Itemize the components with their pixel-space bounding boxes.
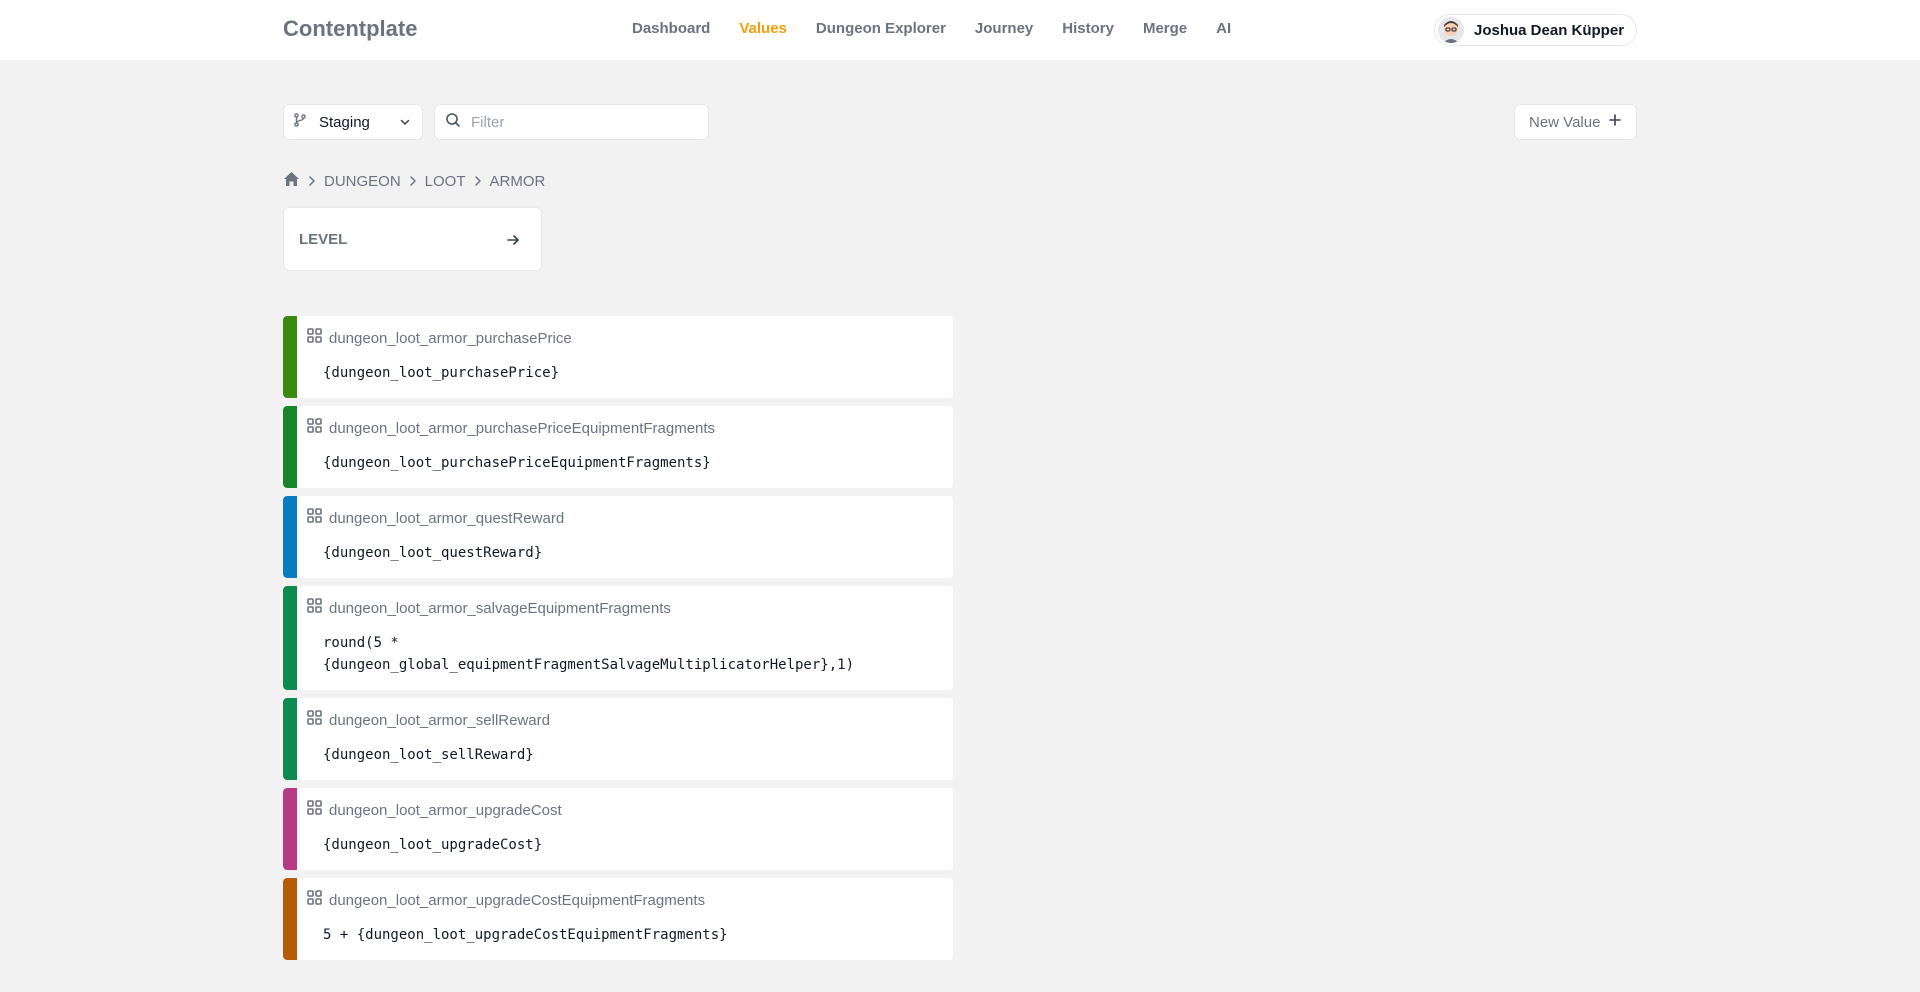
- arrow-right-icon: [505, 232, 521, 253]
- value-card[interactable]: dungeon_loot_armor_purchasePrice {dungeo…: [283, 316, 953, 398]
- value-card[interactable]: dungeon_loot_armor_questReward {dungeon_…: [283, 496, 953, 578]
- search-icon: [445, 112, 461, 133]
- git-branch-icon: [293, 112, 307, 132]
- value-name: dungeon_loot_armor_purchasePrice: [329, 329, 572, 347]
- value-card[interactable]: dungeon_loot_armor_sellReward {dungeon_l…: [283, 698, 953, 780]
- value-card[interactable]: dungeon_loot_armor_upgradeCost {dungeon_…: [283, 788, 953, 870]
- value-name: dungeon_loot_armor_questReward: [329, 509, 565, 527]
- plus-icon: [1608, 113, 1622, 131]
- level-card-title: LEVEL: [299, 230, 348, 248]
- grid-icon: [307, 800, 322, 820]
- branch-select-value: Staging: [319, 113, 370, 131]
- grid-icon: [307, 328, 322, 348]
- main-nav: Dashboard Values Dungeon Explorer Journe…: [632, 20, 1260, 37]
- value-expression: {dungeon_loot_purchasePrice}: [323, 365, 560, 381]
- value-color-strip: [283, 698, 297, 780]
- top-navigation-bar: Contentplate Dashboard Values Dungeon Ex…: [0, 0, 1920, 60]
- value-name: dungeon_loot_armor_salvageEquipmentFragm…: [329, 599, 671, 617]
- branch-select[interactable]: Staging: [283, 104, 423, 140]
- value-name: dungeon_loot_armor_upgradeCostEquipmentF…: [329, 891, 706, 909]
- level-folder-card[interactable]: LEVEL: [283, 207, 542, 271]
- chevron-right-icon: [473, 175, 483, 187]
- grid-icon: [307, 418, 322, 438]
- value-card[interactable]: dungeon_loot_armor_upgradeCostEquipmentF…: [283, 878, 953, 960]
- value-color-strip: [283, 406, 297, 488]
- grid-icon: [307, 598, 322, 618]
- chevron-down-icon: [398, 115, 412, 134]
- filter-field: [434, 104, 709, 140]
- value-color-strip: [283, 586, 297, 690]
- chevron-right-icon: [307, 175, 317, 187]
- value-color-strip: [283, 316, 297, 398]
- value-name: dungeon_loot_armor_upgradeCost: [329, 801, 562, 819]
- breadcrumb: DUNGEON LOOT ARMOR: [283, 171, 545, 191]
- nav-dungeon-explorer[interactable]: Dungeon Explorer: [816, 20, 946, 37]
- value-expression: {dungeon_loot_questReward}: [323, 545, 543, 561]
- value-expression: {dungeon_loot_sellReward}: [323, 747, 534, 763]
- value-expression: {dungeon_loot_purchasePriceEquipmentFrag…: [323, 455, 711, 471]
- value-color-strip: [283, 788, 297, 870]
- value-expression: 5 + {dungeon_loot_upgradeCostEquipmentFr…: [323, 927, 728, 943]
- value-card[interactable]: dungeon_loot_armor_salvageEquipmentFragm…: [283, 586, 953, 690]
- value-color-strip: [283, 878, 297, 960]
- filter-input[interactable]: [471, 113, 691, 131]
- nav-ai[interactable]: AI: [1216, 20, 1231, 37]
- grid-icon: [307, 890, 322, 910]
- new-value-button[interactable]: New Value: [1514, 104, 1637, 140]
- breadcrumb-dungeon[interactable]: DUNGEON: [324, 173, 401, 190]
- breadcrumb-armor: ARMOR: [489, 172, 546, 190]
- nav-merge[interactable]: Merge: [1143, 20, 1187, 37]
- chevron-right-icon: [408, 175, 418, 187]
- nav-journey[interactable]: Journey: [975, 20, 1033, 37]
- user-menu-button[interactable]: Joshua Dean Küpper: [1434, 14, 1637, 46]
- avatar: [1438, 17, 1464, 43]
- value-expression: {dungeon_loot_upgradeCost}: [323, 837, 543, 853]
- breadcrumb-loot[interactable]: LOOT: [425, 173, 466, 190]
- value-color-strip: [283, 496, 297, 578]
- grid-icon: [307, 710, 322, 730]
- nav-dashboard[interactable]: Dashboard: [632, 20, 710, 37]
- value-list: dungeon_loot_armor_purchasePrice {dungeo…: [283, 316, 953, 968]
- user-name: Joshua Dean Küpper: [1474, 21, 1625, 39]
- grid-icon: [307, 508, 322, 528]
- value-expression: round(5 * {dungeon_global_equipmentFragm…: [323, 635, 855, 673]
- value-card[interactable]: dungeon_loot_armor_purchasePriceEquipmen…: [283, 406, 953, 488]
- nav-history[interactable]: History: [1062, 20, 1114, 37]
- brand-logo-text[interactable]: Contentplate: [283, 16, 417, 42]
- home-icon[interactable]: [283, 171, 300, 191]
- new-value-label: New Value: [1529, 113, 1601, 131]
- value-name: dungeon_loot_armor_sellReward: [329, 711, 550, 729]
- nav-values[interactable]: Values: [739, 20, 787, 37]
- value-name: dungeon_loot_armor_purchasePriceEquipmen…: [329, 419, 716, 437]
